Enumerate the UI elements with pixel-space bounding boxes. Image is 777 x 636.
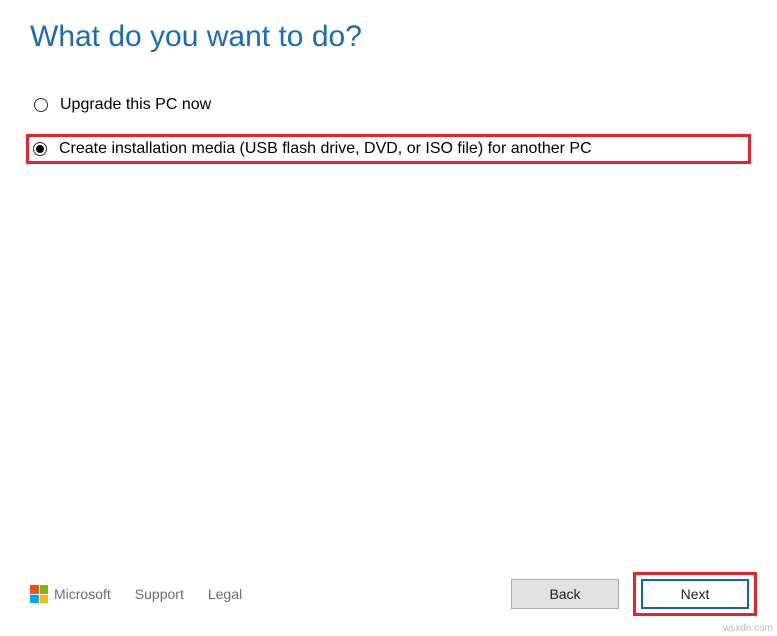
footer-right: Back Next <box>511 572 757 616</box>
microsoft-logo-icon <box>30 585 48 603</box>
option-label: Create installation media (USB flash dri… <box>59 140 592 158</box>
back-button-wrap: Back <box>511 579 619 609</box>
watermark: wsxdn.com <box>723 623 773 634</box>
brand-text: Microsoft <box>54 586 111 602</box>
legal-link[interactable]: Legal <box>208 586 242 602</box>
option-label: Upgrade this PC now <box>60 96 211 114</box>
footer: Microsoft Support Legal Back Next <box>30 572 757 616</box>
back-button[interactable]: Back <box>511 579 619 609</box>
option-create-media[interactable]: Create installation media (USB flash dri… <box>26 134 751 164</box>
option-upgrade-now[interactable]: Upgrade this PC now <box>30 92 747 118</box>
options-group: Upgrade this PC now Create installation … <box>30 92 747 164</box>
next-button-wrap: Next <box>633 572 757 616</box>
radio-icon <box>33 142 47 156</box>
page-title: What do you want to do? <box>30 20 747 54</box>
microsoft-brand: Microsoft <box>30 585 111 603</box>
footer-left: Microsoft Support Legal <box>30 585 242 603</box>
next-button[interactable]: Next <box>641 579 749 609</box>
support-link[interactable]: Support <box>135 586 184 602</box>
radio-icon <box>34 98 48 112</box>
